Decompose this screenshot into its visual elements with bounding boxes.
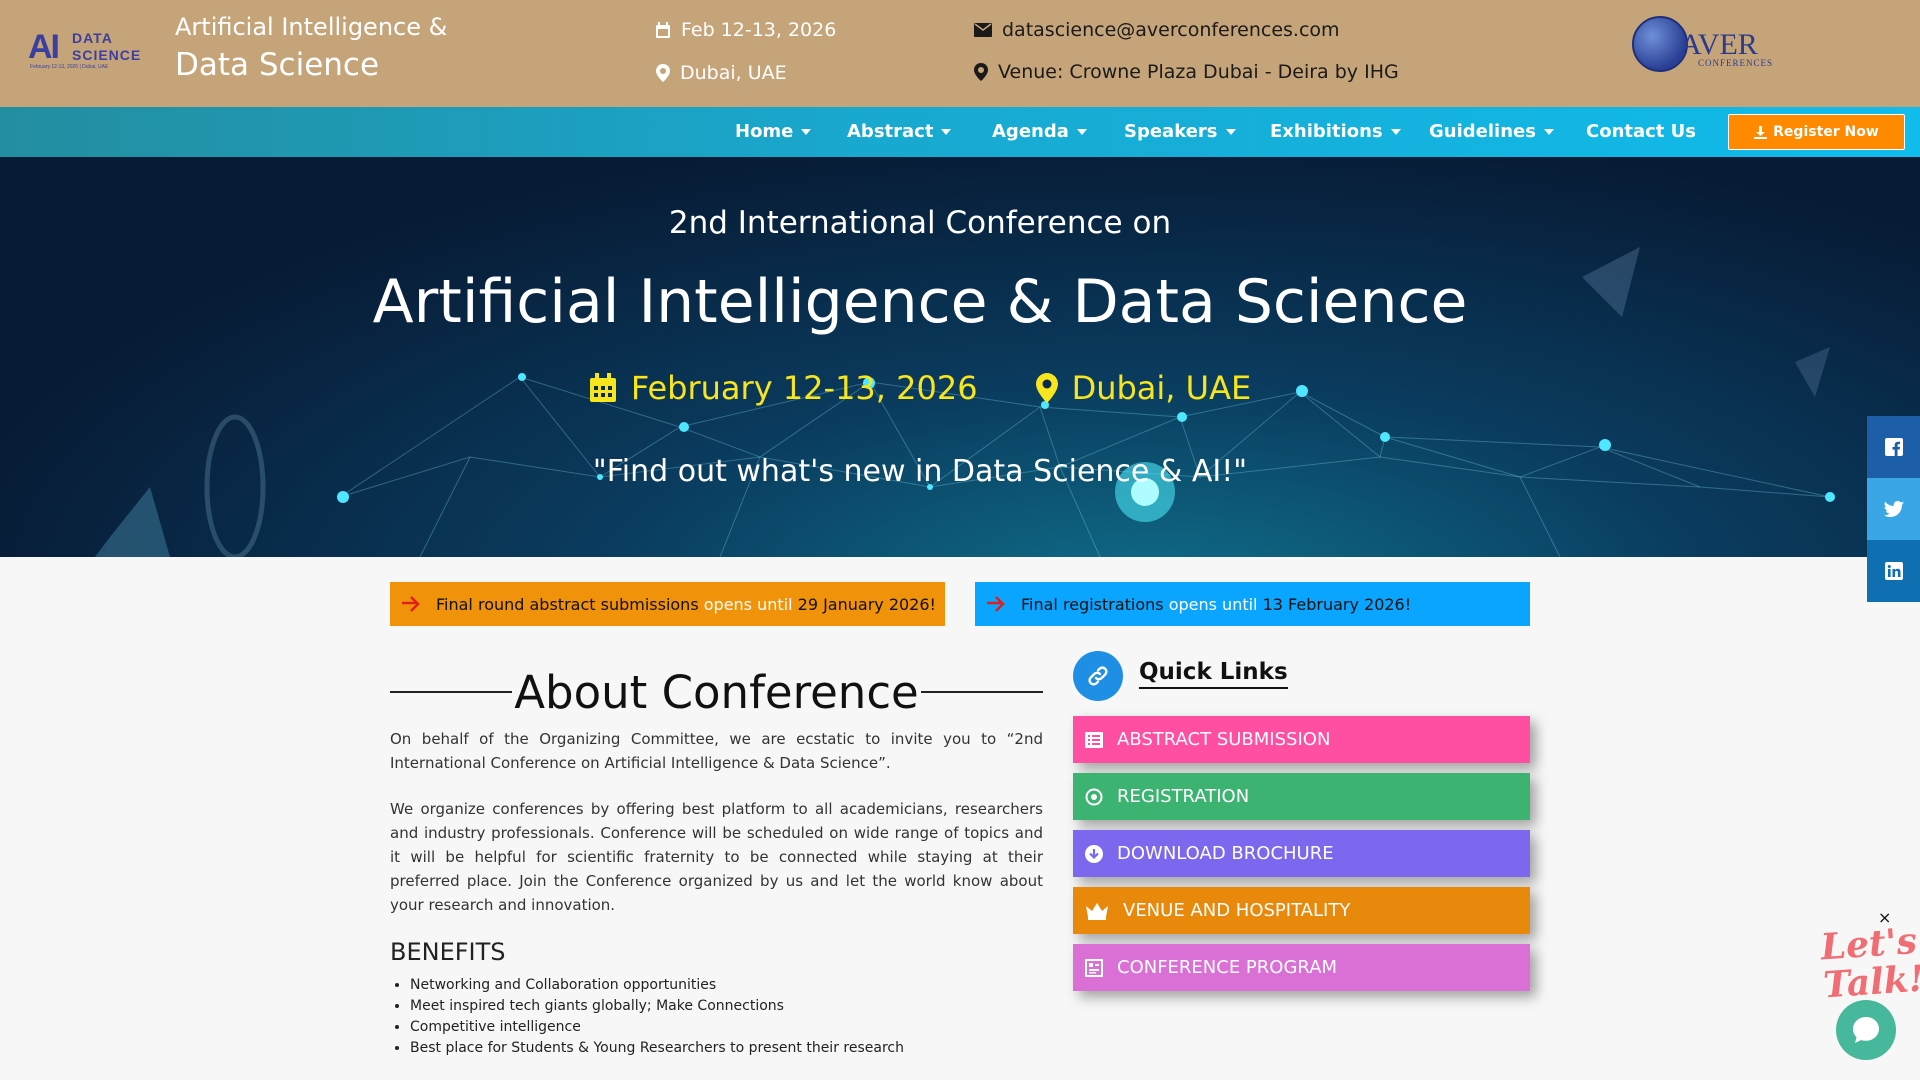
caret-down-icon <box>1390 129 1401 135</box>
list-item: Networking and Collaboration opportuniti… <box>410 975 904 996</box>
main-nav: Home Abstract Agenda Speakers Exhibition… <box>0 107 1920 157</box>
top-header: AI DATA SCIENCE February 12-13, 2026 | D… <box>0 0 1920 107</box>
hero-tagline: "Find out what's new in Data Science & A… <box>592 454 1248 489</box>
header-venue: Venue: Crowne Plaza Dubai - Deira by IHG <box>974 61 1399 83</box>
crown-icon <box>1086 902 1108 920</box>
facebook-icon <box>1884 438 1903 456</box>
quick-link-registration[interactable]: REGISTRATION <box>1073 773 1530 820</box>
benefits-list: Networking and Collaboration opportuniti… <box>410 975 904 1059</box>
linkedin-share[interactable] <box>1867 540 1920 602</box>
logo-tagline: February 12-13, 2026 | Dubai, UAE <box>30 64 109 70</box>
chat-bubble-icon <box>1853 1017 1879 1043</box>
link-icon <box>1073 651 1123 701</box>
site-title: Artificial Intelligence & Data Science <box>175 13 448 83</box>
header-email[interactable]: datascience@averconferences.com <box>974 19 1340 41</box>
download-circle-icon <box>1085 844 1103 863</box>
abstract-deadline-notice[interactable]: Final round abstract submissions opens u… <box>390 582 945 626</box>
list-icon <box>1085 731 1103 748</box>
hero-date: February 12-13, 2026 <box>630 369 978 407</box>
arrow-right-icon <box>987 596 1005 612</box>
quick-link-abstract-submission[interactable]: ABSTRACT SUBMISSION <box>1073 716 1530 763</box>
header-date: Feb 12-13, 2026 <box>655 19 836 41</box>
aver-logo[interactable]: AVER CONFERENCES <box>1632 14 1772 76</box>
nav-exhibitions[interactable]: Exhibitions <box>1270 107 1401 157</box>
nav-contact-us[interactable]: Contact Us <box>1586 107 1696 157</box>
quick-link-venue-hospitality[interactable]: VENUE AND HOSPITALITY <box>1073 887 1530 934</box>
about-paragraph-2: We organize conferences by offering best… <box>390 800 1043 914</box>
about-paragraph-1: On behalf of the Organizing Committee, w… <box>390 730 1043 772</box>
caret-down-icon <box>941 129 952 135</box>
hero-title: Artificial Intelligence & Data Science <box>372 267 1468 337</box>
caret-down-icon <box>801 129 812 135</box>
benefits-heading: BENEFITS <box>390 938 506 966</box>
site-logo[interactable]: AI DATA SCIENCE February 12-13, 2026 | D… <box>28 26 142 74</box>
header-location: Dubai, UAE <box>656 62 787 84</box>
linkedin-icon <box>1884 562 1903 580</box>
arrow-right-icon <box>402 596 420 612</box>
quick-links-title: Quick Links <box>1139 659 1288 689</box>
divider <box>390 691 513 693</box>
hero-banner: 2nd International Conference on Artifici… <box>0 157 1920 557</box>
nav-home[interactable]: Home <box>735 107 812 157</box>
download-icon <box>1754 125 1768 139</box>
nav-abstract[interactable]: Abstract <box>847 107 952 157</box>
facebook-share[interactable] <box>1867 416 1920 478</box>
hero-subtitle: 2nd International Conference on <box>668 205 1172 241</box>
nav-speakers[interactable]: Speakers <box>1124 107 1236 157</box>
twitter-share[interactable] <box>1867 478 1920 540</box>
list-item: Meet inspired tech giants globally; Make… <box>410 996 904 1017</box>
chat-launcher-button[interactable] <box>1836 1000 1896 1060</box>
target-icon <box>1085 788 1103 805</box>
caret-down-icon <box>1076 129 1087 135</box>
registration-deadline-notice[interactable]: Final registrations opens until 13 Febru… <box>975 582 1530 626</box>
nav-guidelines[interactable]: Guidelines <box>1429 107 1554 157</box>
caret-down-icon <box>1543 129 1554 135</box>
quick-link-conference-program[interactable]: CONFERENCE PROGRAM <box>1073 944 1530 991</box>
about-heading: About Conference <box>390 664 1043 720</box>
logo-ai-mark: AI <box>28 28 60 66</box>
calendar-icon <box>589 373 616 402</box>
list-item: Best place for Students & Young Research… <box>410 1038 904 1059</box>
divider <box>920 691 1043 693</box>
twitter-icon <box>1883 500 1904 517</box>
list-item: Competitive intelligence <box>410 1017 904 1038</box>
lets-talk-label: Let's Talk! <box>1819 919 1920 1007</box>
quick-link-download-brochure[interactable]: DOWNLOAD BROCHURE <box>1073 830 1530 877</box>
map-pin-icon <box>656 64 670 82</box>
logo-wordmark: DATA SCIENCE <box>72 30 142 63</box>
envelope-icon <box>974 23 992 37</box>
hero-date-location: February 12-13, 2026 Dubai, UAE <box>0 369 1840 407</box>
calendar-icon <box>656 21 670 38</box>
caret-down-icon <box>1225 129 1236 135</box>
map-pin-icon <box>1035 373 1058 403</box>
register-now-button[interactable]: Register Now <box>1728 114 1905 150</box>
nav-agenda[interactable]: Agenda <box>992 107 1087 157</box>
map-pin-icon <box>974 63 988 81</box>
program-icon <box>1085 958 1103 977</box>
hero-location: Dubai, UAE <box>1071 369 1252 407</box>
